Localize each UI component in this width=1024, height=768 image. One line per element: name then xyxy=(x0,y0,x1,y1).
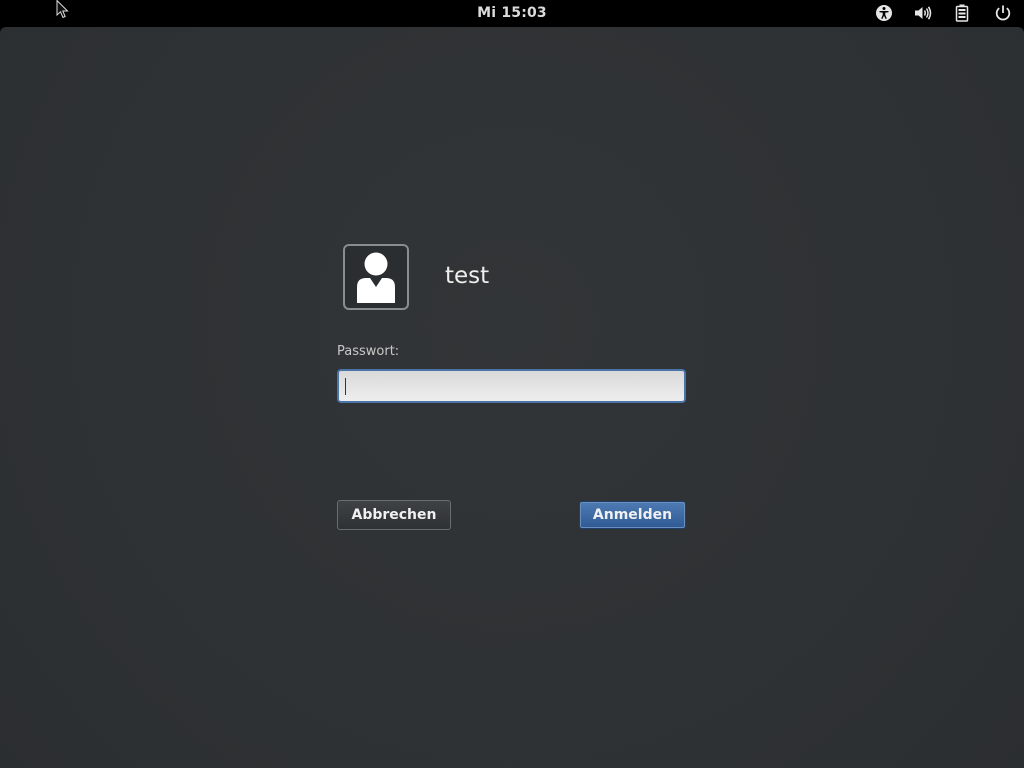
volume-icon[interactable] xyxy=(913,3,933,23)
login-button[interactable]: Anmelden xyxy=(579,501,686,529)
battery-icon[interactable] xyxy=(952,3,972,23)
user-avatar xyxy=(343,244,409,310)
top-bar: Mi 15:03 xyxy=(0,0,1024,27)
mouse-pointer-icon xyxy=(56,0,70,20)
password-input[interactable] xyxy=(337,369,686,403)
login-screen: Mi 15:03 test Passwort: Abbrechen Anmeld… xyxy=(0,0,1024,768)
text-caret xyxy=(345,378,346,395)
username-label: test xyxy=(445,263,490,289)
clock[interactable]: Mi 15:03 xyxy=(0,5,1024,21)
user-icon xyxy=(357,252,395,303)
power-icon[interactable] xyxy=(993,3,1013,23)
cancel-button[interactable]: Abbrechen xyxy=(337,500,451,530)
password-label: Passwort: xyxy=(337,344,400,359)
accessibility-icon[interactable] xyxy=(874,3,894,23)
